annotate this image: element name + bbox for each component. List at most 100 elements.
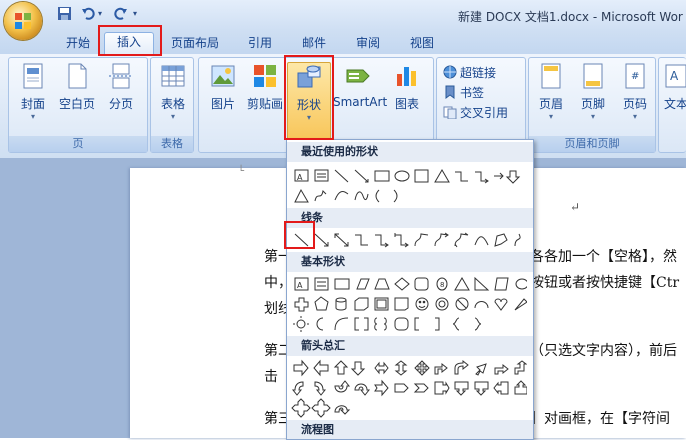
table-label: 表格	[160, 97, 185, 111]
chevron-down-icon: ▾	[548, 112, 553, 121]
tab-references[interactable]: 引用	[242, 34, 278, 52]
picture-icon	[211, 65, 235, 87]
cross-reference-button[interactable]: 交叉引用	[443, 104, 508, 122]
shapes-button[interactable]: 形状 ▾	[287, 62, 331, 140]
chevron-down-icon: ▾	[30, 112, 35, 121]
arrows-row-1	[291, 358, 528, 378]
tab-home[interactable]: 开始	[60, 34, 96, 52]
page-break-button[interactable]: 分页	[101, 62, 141, 112]
group-page-label: 页	[9, 136, 147, 152]
clip-art-icon	[254, 65, 276, 87]
blank-page-label: 空白页	[58, 97, 95, 111]
page-break-label: 分页	[108, 97, 133, 111]
arrows-row-3	[291, 398, 527, 418]
tab-mailings[interactable]: 邮件	[296, 34, 332, 52]
blank-page-icon	[68, 63, 87, 89]
header-label: 页眉	[538, 97, 563, 111]
group-header-footer: 页眉 ▾ 页脚 ▾ # 页码 ▾ 页眉和页脚	[528, 57, 656, 153]
group-table: 表格 ▾ 表格	[150, 57, 194, 153]
recent-shapes-icons-2[interactable]	[291, 186, 527, 206]
lines-row	[291, 230, 527, 250]
tab-view[interactable]: 视图	[404, 34, 440, 52]
smartart-label: SmartArt	[333, 95, 388, 109]
doc-line-10: 】对画框，在【字符间	[530, 411, 670, 427]
chevron-down-icon: ▾	[632, 112, 637, 121]
doc-line-8: 击	[264, 369, 278, 385]
footer-icon	[583, 63, 603, 89]
chevron-down-icon: ▾	[590, 112, 595, 121]
hyperlink-button[interactable]: 超链接	[443, 64, 496, 82]
group-text: A 文本	[658, 57, 686, 153]
svg-text:8: 8	[440, 281, 444, 289]
shapes-icon	[297, 65, 321, 88]
basic-shapes-row-3	[291, 314, 527, 334]
cover-page-icon	[23, 63, 43, 89]
redo-icon[interactable]	[112, 6, 128, 22]
shapes-gallery: 最近使用的形状 A 线条 基本形状 A 8 箭头总汇 流程图	[286, 139, 534, 440]
svg-text:A: A	[670, 69, 679, 83]
chart-icon	[397, 67, 416, 86]
bookmark-button[interactable]: 书签	[443, 84, 484, 102]
smartart-icon	[346, 69, 370, 83]
hyperlink-label: 超链接	[460, 66, 497, 80]
cross-reference-label: 交叉引用	[460, 106, 509, 120]
text-box-button[interactable]: A 文本	[661, 62, 686, 112]
section-flowchart: 流程图	[287, 420, 533, 439]
text-box-label: 文本	[663, 97, 686, 111]
recent-shapes-icons[interactable]: A	[291, 166, 527, 186]
smartart-button[interactable]: SmartArt	[333, 62, 388, 109]
section-lines: 线条	[287, 208, 533, 228]
paragraph-mark: ↵	[570, 200, 581, 214]
line-shape-icons[interactable]	[291, 230, 527, 250]
page-number-label: 页码	[622, 97, 647, 111]
doc-line-7: （只选文字内容），前后	[530, 343, 677, 359]
svg-text:A: A	[297, 173, 303, 182]
tab-insert[interactable]: 插入	[104, 32, 154, 55]
text-box-icon: A	[665, 64, 686, 88]
section-block-arrows: 箭头总汇	[287, 336, 533, 356]
page-number-icon: #	[625, 63, 645, 89]
section-basic-shapes: 基本形状	[287, 252, 533, 272]
clip-art-button[interactable]: 剪贴画	[245, 62, 285, 112]
svg-text:A: A	[297, 281, 303, 290]
recent-shapes-row-2	[291, 186, 527, 206]
header-button[interactable]: 页眉 ▾	[531, 62, 571, 122]
section-recent-shapes: 最近使用的形状	[287, 142, 533, 162]
blank-page-button[interactable]: 空白页	[55, 62, 99, 112]
basic-shape-icons-1[interactable]: A 8	[291, 274, 529, 294]
undo-icon[interactable]	[80, 6, 96, 22]
arrows-row-2	[291, 378, 528, 398]
clip-art-label: 剪贴画	[246, 97, 283, 111]
chart-button[interactable]: 图表	[387, 62, 427, 112]
office-button[interactable]	[4, 2, 42, 40]
picture-button[interactable]: 图片	[203, 62, 243, 112]
block-arrow-icons-2[interactable]	[291, 378, 528, 398]
chart-label: 图表	[394, 97, 419, 111]
corner-mark: └	[238, 166, 245, 177]
cross-reference-icon	[443, 106, 457, 119]
doc-line-4: 按钮或者按快捷键【Ctr	[530, 275, 680, 291]
basic-shapes-row-1: A 8	[291, 274, 529, 294]
svg-text:#: #	[631, 71, 639, 82]
shapes-label: 形状	[296, 98, 321, 112]
window-title: 新建 DOCX 文档1.docx - Microsoft Wor	[458, 10, 683, 24]
globe-link-icon	[443, 65, 457, 79]
ribbon-tabs: 开始 插入 页面布局 引用 邮件 审阅 视图	[0, 30, 686, 55]
basic-shape-icons-3[interactable]	[291, 314, 527, 334]
cover-page-button[interactable]: 封面 ▾	[13, 62, 53, 122]
block-arrow-icons-1[interactable]	[291, 358, 528, 378]
picture-label: 图片	[210, 97, 235, 111]
tab-page-layout[interactable]: 页面布局	[166, 34, 224, 52]
basic-shape-icons-2[interactable]	[291, 294, 528, 314]
block-arrow-icons-3[interactable]	[291, 398, 527, 418]
tab-review[interactable]: 审阅	[350, 34, 386, 52]
footer-label: 页脚	[580, 97, 605, 111]
page-number-button[interactable]: # 页码 ▾	[615, 62, 655, 122]
save-icon[interactable]	[56, 6, 72, 22]
table-button[interactable]: 表格 ▾	[153, 62, 193, 122]
customize-toolbar-icon[interactable]: ▾	[130, 6, 140, 22]
table-icon	[161, 65, 185, 87]
undo-dropdown-icon[interactable]: ▾	[96, 6, 104, 22]
doc-line-2: 各各加一个【空格】，然	[530, 249, 677, 265]
footer-button[interactable]: 页脚 ▾	[573, 62, 613, 122]
